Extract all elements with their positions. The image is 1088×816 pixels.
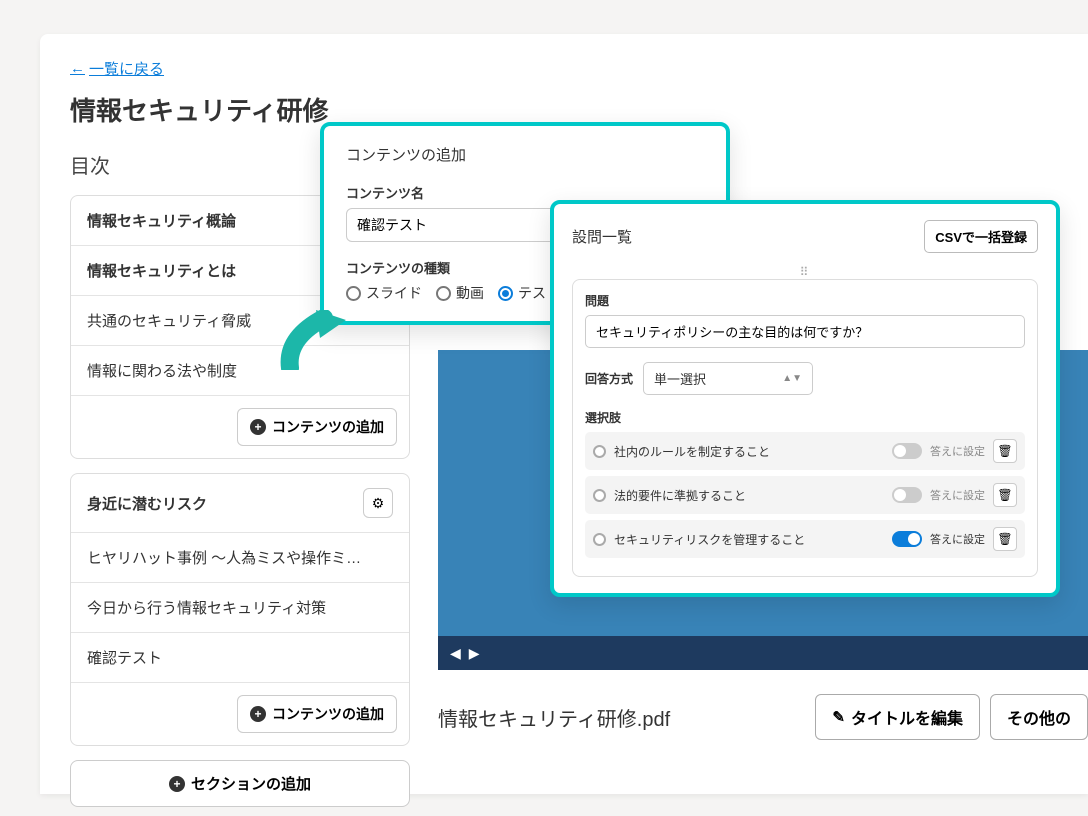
choice-radio-icon[interactable] [593,533,606,546]
pointer-arrow-icon [280,310,350,370]
other-actions-label: その他の [1007,705,1071,729]
correct-toggle[interactable] [892,487,922,503]
trash-icon: 🗑 [997,532,1012,546]
section-item[interactable]: 今日から行う情報セキュリティ対策 [71,583,409,633]
drag-handle-icon[interactable]: ⠿ [572,265,1038,279]
csv-import-button[interactable]: CSVで一括登録 [924,220,1038,253]
choice-row: セキュリティリスクを管理すること 答えに設定 🗑 [585,520,1025,558]
choice-row: 法的要件に準拠すること 答えに設定 🗑 [585,476,1025,514]
correct-toggle[interactable] [892,531,922,547]
radio-label: スライド [366,283,422,303]
radio-video[interactable]: 動画 [436,283,484,303]
add-content-label: コンテンツの追加 [272,704,384,724]
choice-text[interactable]: セキュリティリスクを管理すること [614,531,884,548]
back-link[interactable]: ← 一覧に戻る [70,58,164,79]
section-item[interactable]: ヒヤリハット事例 〜人為ミスや操作ミ… [71,533,409,583]
set-answer-label: 答えに設定 [930,443,985,459]
radio-icon [436,286,451,301]
plus-icon: + [169,776,185,792]
answer-method-select[interactable]: 単一選択 ▲▼ [643,362,813,395]
question-block: 問題 回答方式 単一選択 ▲▼ 選択肢 社内のルールを制定すること 答えに設定 … [572,279,1038,577]
delete-choice-button[interactable]: 🗑 [993,527,1017,551]
correct-toggle[interactable] [892,443,922,459]
other-actions-button[interactable]: その他の [990,694,1088,740]
select-value: 単一選択 [654,369,706,388]
question-label: 問題 [585,292,1025,309]
trash-icon: 🗑 [997,444,1012,458]
gear-button[interactable]: ⚙ [363,488,393,518]
bottom-bar: 情報セキュリティ研修.pdf ✎ タイトルを編集 その他の [438,680,1088,754]
section-item[interactable]: 情報に関わる法や制度 [71,346,409,396]
delete-choice-button[interactable]: 🗑 [993,483,1017,507]
radio-label: 動画 [456,283,484,303]
trash-icon: 🗑 [997,488,1012,502]
filename: 情報セキュリティ研修.pdf [438,703,670,732]
select-caret-icon: ▲▼ [782,373,802,384]
add-content-button[interactable]: + コンテンツの追加 [237,408,397,446]
add-content-label: コンテンツの追加 [272,417,384,437]
arrow-left-icon: ← [70,60,85,77]
panel-header: 設問一覧 [572,226,632,247]
slide-next-button[interactable]: ▶ [469,645,480,662]
section-item[interactable]: 確認テスト [71,633,409,683]
edit-title-button[interactable]: ✎ タイトルを編集 [815,694,980,740]
add-section-label: セクションの追加 [191,773,311,794]
choice-radio-icon[interactable] [593,489,606,502]
radio-icon [498,286,513,301]
question-input[interactable] [585,315,1025,348]
section-header-label: 身近に潜むリスク [87,493,207,514]
question-panel: 設問一覧 CSVで一括登録 ⠿ 問題 回答方式 単一選択 ▲▼ 選択肢 社内のル… [550,200,1060,597]
section-box: 身近に潜むリスク ⚙ ヒヤリハット事例 〜人為ミスや操作ミ… 今日から行う情報セ… [70,473,410,746]
plus-icon: + [250,706,266,722]
add-content-button[interactable]: + コンテンツの追加 [237,695,397,733]
delete-choice-button[interactable]: 🗑 [993,439,1017,463]
slide-nav: ◀ ▶ [438,636,1088,670]
radio-icon [346,286,361,301]
choices-label: 選択肢 [585,409,1025,426]
choice-text[interactable]: 社内のルールを制定すること [614,443,884,460]
modal-title: コンテンツの追加 [346,144,704,165]
choice-row: 社内のルールを制定すること 答えに設定 🗑 [585,432,1025,470]
choice-radio-icon[interactable] [593,445,606,458]
choice-text[interactable]: 法的要件に準拠すること [614,487,884,504]
back-link-label: 一覧に戻る [89,58,164,79]
plus-icon: + [250,419,266,435]
gear-icon: ⚙ [372,495,385,512]
edit-title-label: タイトルを編集 [851,705,963,729]
pencil-icon: ✎ [832,708,845,726]
section-header[interactable]: 身近に潜むリスク ⚙ [71,474,409,533]
add-section-button[interactable]: + セクションの追加 [70,760,410,807]
set-answer-label: 答えに設定 [930,487,985,503]
slide-prev-button[interactable]: ◀ [450,645,461,662]
set-answer-label: 答えに設定 [930,531,985,547]
radio-slide[interactable]: スライド [346,283,422,303]
answer-method-label: 回答方式 [585,370,633,387]
